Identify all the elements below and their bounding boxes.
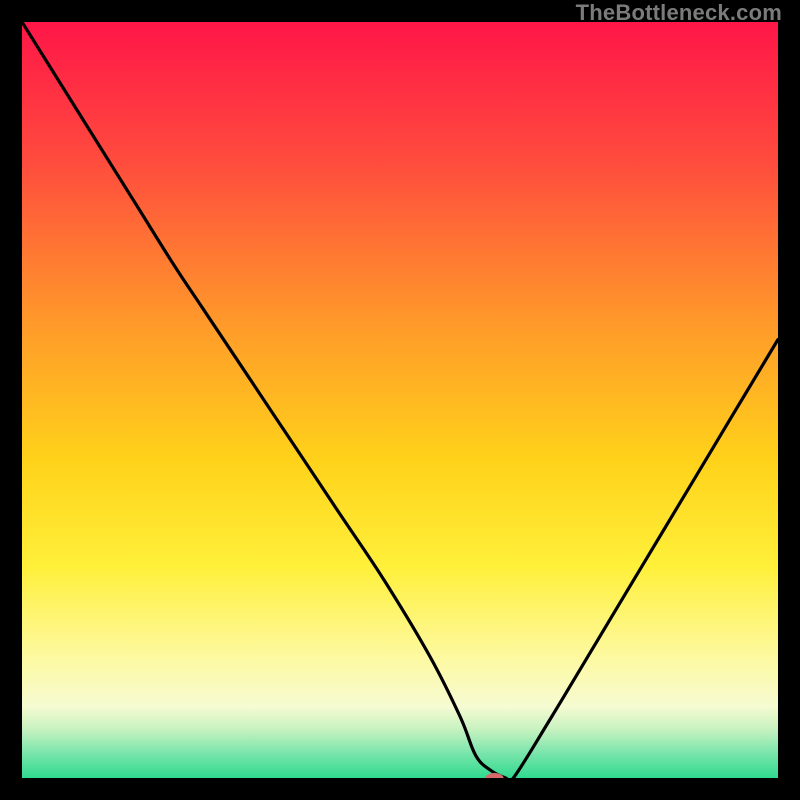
chart-frame: TheBottleneck.com bbox=[0, 0, 800, 800]
chart-svg bbox=[22, 22, 778, 778]
gradient-background bbox=[22, 22, 778, 778]
plot-area bbox=[22, 22, 778, 778]
